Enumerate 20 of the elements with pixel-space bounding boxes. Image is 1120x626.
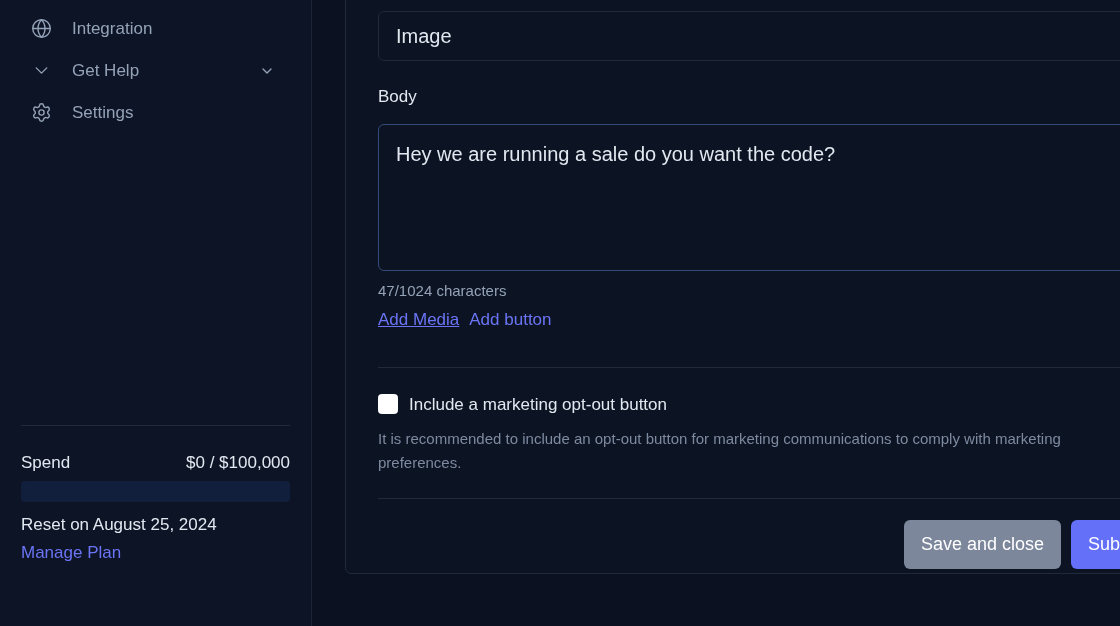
- globe-icon: [31, 18, 52, 39]
- opt-out-checkbox[interactable]: [378, 394, 398, 415]
- body-textarea[interactable]: Hey we are running a sale do you want the code?: [378, 123, 1120, 271]
- add-button-link[interactable]: Add button: [469, 307, 552, 333]
- character-counter: 47/1024 characters: [378, 280, 508, 301]
- submit-button[interactable]: Sub: [1071, 520, 1120, 569]
- sidebar-item[interactable]: Settings: [31, 100, 280, 125]
- settings-icon: [31, 102, 52, 123]
- reset-date: Reset on August 25, 2024: [21, 513, 218, 536]
- save-and-close-button[interactable]: Save and close: [904, 520, 1062, 569]
- sidebar-item[interactable]: Get Help: [31, 58, 280, 83]
- spend-label: Spend: [21, 452, 71, 474]
- opt-out-label: Include a marketing opt-out button: [409, 393, 667, 416]
- opt-out-hint: It is recommended to include an opt-out button for marketing communications to comply with marketing preferences.: [378, 429, 1062, 473]
- add-media-link[interactable]: Add Media: [378, 307, 460, 333]
- sidebar-item[interactable]: Integration: [31, 16, 280, 41]
- spend-amount: $0 / $100,000: [186, 452, 290, 474]
- manage-plan-link[interactable]: Manage Plan: [21, 540, 290, 566]
- header-field[interactable]: Image: [378, 11, 1120, 61]
- body-label: Body: [378, 86, 418, 108]
